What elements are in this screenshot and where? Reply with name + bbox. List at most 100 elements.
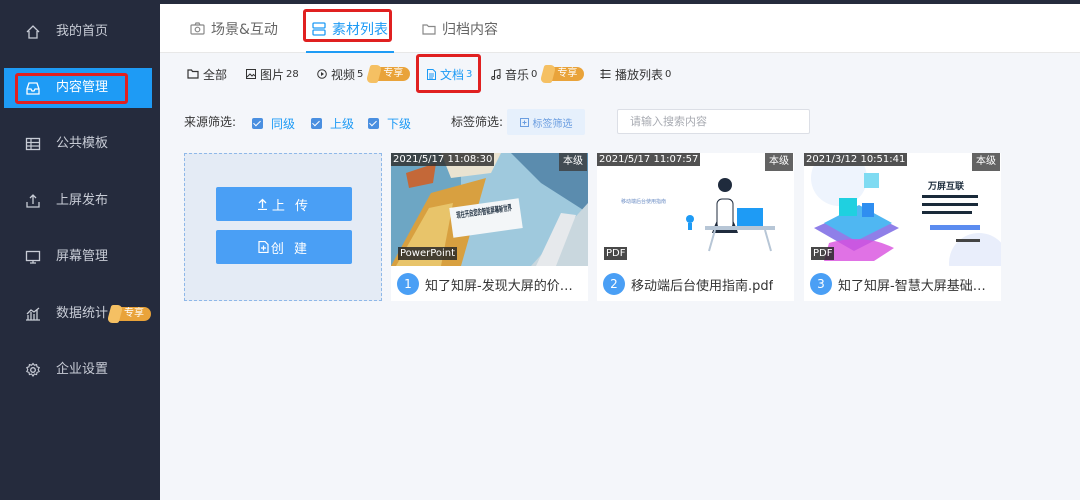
filter-tab-video[interactable]: 视频 5 专享 xyxy=(317,53,411,95)
filter-tab-all[interactable]: 全部 xyxy=(187,53,227,95)
upload-icon xyxy=(26,194,40,208)
tab-label: 归档内容 xyxy=(442,21,498,38)
table-icon xyxy=(25,137,41,151)
checkbox-checked-icon xyxy=(368,118,379,129)
filter-tab-count: 3 xyxy=(466,68,473,80)
sidebar-item-label: 屏幕管理 xyxy=(56,249,109,264)
filter-tab-playlist[interactable]: 播放列表 0 xyxy=(600,53,671,95)
card-thumbnail: 移动端后台使用指南 2021/5/17 11:07:57 本级 PDF xyxy=(597,153,794,266)
thumbnail-text: 移动端后台使用指南 xyxy=(621,198,666,205)
pro-badge: 专享 xyxy=(371,67,411,81)
pro-badge: 专享 xyxy=(112,307,151,321)
main-tabs: 场景&互动 素材列表 归档内容 xyxy=(160,4,1080,53)
card-level-badge: 本级 xyxy=(559,153,587,171)
card-type-badge: PowerPoint xyxy=(398,247,458,260)
source-upper-level-checkbox[interactable]: 上级 xyxy=(311,115,354,132)
sidebar-item-enterprise-settings[interactable]: 企业设置 xyxy=(0,350,160,390)
thumbnail-text: 万屏互联 xyxy=(927,180,965,192)
checkbox-label: 下级 xyxy=(387,117,412,131)
material-grid: 上 传 创 建 现在开启您的智能屏幕新世界 2021/5/17 11:08:30… xyxy=(160,150,1080,500)
filter-tab-count: 0 xyxy=(665,68,672,80)
card-index: 3 xyxy=(810,273,832,295)
playlist-icon xyxy=(600,69,611,79)
type-filter-tabs: 全部 图片 28 视频 5 专享 文档 3 音乐 0 专享 播放列表 0 xyxy=(160,53,1080,95)
source-same-level-checkbox[interactable]: 同级 xyxy=(252,115,295,132)
card-type-badge: PDF xyxy=(811,247,835,260)
filter-tab-label: 全部 xyxy=(203,67,228,82)
create-doc-icon xyxy=(258,241,269,253)
search-input[interactable]: 请输入搜索内容 xyxy=(617,109,810,134)
card-title: 知了知屏-智慧大屏基础介绍.pdf xyxy=(838,278,998,294)
material-card[interactable]: 移动端后台使用指南 2021/5/17 11:07:57 本级 PDF 2 移动… xyxy=(597,153,794,301)
tab-scenes[interactable]: 场景&互动 xyxy=(190,4,278,53)
sidebar-item-label: 公共模板 xyxy=(56,136,109,151)
sidebar-item-label: 我的首页 xyxy=(56,24,109,39)
card-title: 移动端后台使用指南.pdf xyxy=(631,278,774,294)
upload-arrow-icon xyxy=(257,198,267,210)
card-type-badge: PDF xyxy=(604,247,628,260)
bar-chart-icon xyxy=(26,307,40,321)
sidebar-item-statistics[interactable]: 数据统计 专享 xyxy=(0,294,160,334)
material-card[interactable]: 万屏互联 2021/3/12 10:51:41 本级 PDF 3 知了知屏-智慧… xyxy=(804,153,1001,301)
card-thumbnail: 万屏互联 2021/3/12 10:51:41 本级 PDF xyxy=(804,153,1001,266)
inbox-icon xyxy=(26,82,40,95)
home-icon xyxy=(26,25,40,39)
sidebar-item-label: 企业设置 xyxy=(56,362,109,377)
tag-filter-button-label: 标签筛选 xyxy=(532,118,573,130)
sidebar-item-label: 内容管理 xyxy=(56,80,109,95)
card-thumbnail: 现在开启您的智能屏幕新世界 2021/5/17 11:08:30 本级 Powe… xyxy=(391,153,588,266)
sidebar: 我的首页 内容管理 公共模板 上屏发布 屏幕管理 数据统计 专享 企业设置 xyxy=(0,0,160,500)
tag-icon xyxy=(519,117,529,127)
filter-tab-label: 视频 xyxy=(331,67,356,82)
checkbox-checked-icon xyxy=(311,118,322,129)
create-button-label: 创 建 xyxy=(270,241,311,257)
sidebar-item-label: 上屏发布 xyxy=(56,193,109,208)
card-caption: 3 知了知屏-智慧大屏基础介绍.pdf xyxy=(810,272,998,296)
folder-icon xyxy=(187,69,199,79)
tab-archived[interactable]: 归档内容 xyxy=(422,4,498,53)
tab-label: 场景&互动 xyxy=(211,21,278,38)
filter-tab-count: 5 xyxy=(357,68,364,80)
upload-button-label: 上 传 xyxy=(271,198,312,214)
source-lower-level-checkbox[interactable]: 下级 xyxy=(368,115,411,132)
card-index: 2 xyxy=(603,273,625,295)
filter-bar: 来源筛选: 同级 上级 下级 标签筛选: 标签筛选 请输入搜索内容 xyxy=(160,95,1080,150)
filter-tab-label: 图片 xyxy=(260,67,285,82)
sidebar-item-home[interactable]: 我的首页 xyxy=(0,12,160,52)
sidebar-item-content-management[interactable]: 内容管理 xyxy=(4,68,152,108)
image-icon xyxy=(246,69,256,79)
filter-tab-count: 28 xyxy=(286,68,299,80)
camera-icon xyxy=(190,22,205,35)
card-caption: 1 知了知屏-发现大屏的价值.pptx xyxy=(397,272,585,296)
document-icon xyxy=(427,68,436,80)
upload-button[interactable]: 上 传 xyxy=(216,187,352,221)
sidebar-item-public-templates[interactable]: 公共模板 xyxy=(0,124,160,164)
filter-tab-documents[interactable]: 文档 3 xyxy=(427,53,472,95)
card-timestamp: 2021/5/17 11:08:30 xyxy=(391,153,495,166)
music-icon xyxy=(491,68,501,80)
tab-material-list[interactable]: 素材列表 xyxy=(306,4,394,53)
gear-icon xyxy=(26,362,40,377)
card-timestamp: 2021/3/12 10:51:41 xyxy=(804,153,908,166)
card-level-badge: 本级 xyxy=(765,153,793,171)
list-icon xyxy=(312,21,326,36)
sidebar-item-publish[interactable]: 上屏发布 xyxy=(0,181,160,221)
filter-tab-label: 音乐 xyxy=(505,67,530,82)
material-card[interactable]: 现在开启您的智能屏幕新世界 2021/5/17 11:08:30 本级 Powe… xyxy=(391,153,588,301)
sidebar-item-screen-management[interactable]: 屏幕管理 xyxy=(0,237,160,277)
card-index: 1 xyxy=(397,273,419,295)
sidebar-item-label: 数据统计 xyxy=(56,306,109,321)
filter-tab-music[interactable]: 音乐 0 专享 xyxy=(491,53,585,95)
folder-icon xyxy=(422,23,436,35)
tab-label: 素材列表 xyxy=(332,21,388,38)
filter-tab-label: 文档 xyxy=(440,67,465,82)
create-button[interactable]: 创 建 xyxy=(216,230,352,264)
card-title: 知了知屏-发现大屏的价值.pptx xyxy=(425,278,585,294)
card-timestamp: 2021/5/17 11:07:57 xyxy=(597,153,701,166)
tag-filter-button[interactable]: 标签筛选 xyxy=(507,109,585,135)
upload-panel: 上 传 创 建 xyxy=(184,153,382,301)
filter-tab-images[interactable]: 图片 28 xyxy=(246,53,299,95)
tag-filter-label: 标签筛选: xyxy=(451,115,504,129)
source-filter-label: 来源筛选: xyxy=(184,115,237,129)
card-level-badge: 本级 xyxy=(972,153,1000,171)
